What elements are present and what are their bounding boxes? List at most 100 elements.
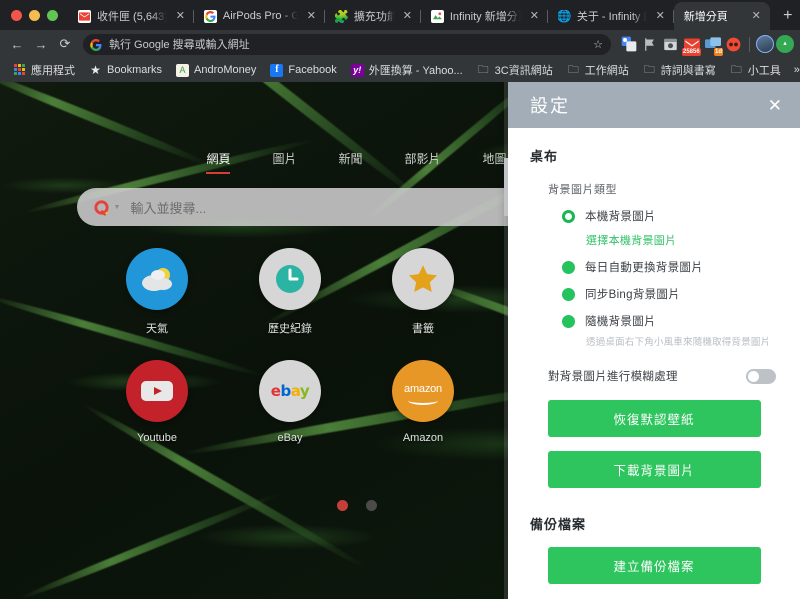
chevron-down-icon[interactable]: ▼ — [114, 204, 121, 211]
choose-local-image-link[interactable]: 選擇本機背景圖片 — [508, 224, 800, 248]
andromoney-icon: A — [176, 63, 190, 77]
translate-extension-icon[interactable] — [620, 36, 637, 53]
bookmark-apps[interactable]: 應用程式 — [6, 60, 82, 80]
bookmark-facebook[interactable]: f Facebook — [263, 62, 343, 79]
new-tab-button[interactable]: + — [776, 3, 800, 29]
apps-grid-icon — [13, 63, 26, 77]
random-wallpaper-note: 透過桌面右下角小風車來隨機取得背景圖片 — [586, 337, 771, 348]
tab-title: 新增分頁 — [683, 11, 728, 23]
radio-option-random[interactable]: 隨機背景圖片 — [508, 302, 800, 329]
bookmark-label: 小工具 — [747, 65, 781, 77]
radio-icon[interactable] — [562, 314, 575, 328]
search-tab-videos[interactable]: 部影片 — [405, 150, 441, 174]
maximize-window-button[interactable] — [47, 10, 58, 21]
page-dot-1[interactable] — [336, 500, 348, 511]
bookmark-folder-poetry[interactable]: 🗀 詩詞與書寫 — [636, 60, 723, 80]
radio-label: 本機背景圖片 — [585, 211, 656, 223]
shortcut-weather[interactable]: 天氣 — [91, 248, 224, 336]
bookmark-label: 外匯換算 - Yahoo... — [368, 65, 463, 77]
radio-option-local-image[interactable]: 本機背景圖片 — [508, 197, 800, 224]
settings-panel: 設定 ✕ 桌布 背景圖片類型 本機背景圖片 選擇本機背景圖片 每日自動更換背景圖… — [508, 82, 800, 599]
search-tab-web[interactable]: 網頁 — [206, 150, 231, 174]
google-g-icon[interactable] — [93, 199, 110, 216]
shortcut-bookmarks[interactable]: 書籤 — [357, 248, 490, 336]
radio-label: 隨機背景圖片 — [585, 316, 656, 328]
address-bar[interactable]: 執行 Google 搜尋或輸入網址 ☆ — [83, 33, 611, 55]
masker-extension-icon[interactable] — [725, 36, 742, 53]
browser-tab-newtab[interactable]: 新增分頁 ✕ — [673, 2, 770, 30]
bookmark-bookmarks[interactable]: ★ Bookmarks — [82, 62, 169, 79]
browser-tab-airpods[interactable]: AirPods Pro - Go ✕ — [194, 2, 325, 30]
restore-from-backup-link[interactable]: 從備份檔案還原資料 — [508, 584, 800, 599]
folder-icon: 🗀 — [730, 63, 742, 76]
minimize-window-button[interactable] — [29, 10, 40, 21]
page-dot-2[interactable] — [365, 500, 377, 511]
shortcut-amazon[interactable]: amazon Amazon — [357, 360, 490, 444]
gmail-icon — [78, 9, 91, 23]
bookmark-folder-3c[interactable]: 🗀 3C資訊網站 — [470, 60, 560, 80]
browser-tab-about-infinity[interactable]: 🌐 关于 - Infinity 的 ✕ — [548, 2, 674, 30]
restore-default-wallpaper-button[interactable]: 恢復默認壁紙 — [547, 400, 761, 437]
wallpaper-type-label: 背景圖片類型 — [548, 184, 617, 196]
radio-option-daily-change[interactable]: 每日自動更換背景圖片 — [508, 248, 800, 275]
close-tab-button[interactable]: ✕ — [749, 9, 764, 24]
close-tab-button[interactable]: ✕ — [527, 9, 542, 24]
bookmark-star-icon[interactable]: ☆ — [593, 38, 603, 51]
archive-extension-icon[interactable] — [662, 36, 679, 53]
create-backup-button[interactable]: 建立備份檔案 — [547, 547, 761, 584]
clock-icon — [259, 248, 321, 310]
flag-extension-icon[interactable] — [641, 36, 658, 53]
close-settings-button[interactable]: ✕ — [768, 97, 782, 114]
profile-avatar[interactable] — [756, 35, 774, 53]
close-tab-button[interactable]: ✕ — [173, 9, 188, 24]
radio-selected-icon[interactable] — [562, 209, 575, 223]
panel-scrollbar-thumb[interactable] — [504, 158, 508, 216]
search-tab-maps[interactable]: 地圖 — [483, 150, 507, 174]
bookmark-label: Bookmarks — [107, 64, 163, 76]
browser-tab-gmail[interactable]: 收件匣 (5,643) - ✕ — [68, 2, 194, 30]
search-input-placeholder[interactable]: 輸入並搜尋... — [130, 198, 206, 217]
mail-badge-count: 25856 — [682, 47, 701, 56]
chrome-menu-button[interactable] — [776, 35, 794, 53]
google-g-icon — [90, 38, 102, 51]
close-tab-button[interactable]: ✕ — [400, 9, 415, 24]
facebook-icon: f — [270, 63, 284, 77]
bookmark-yahoo-fx[interactable]: y! 外匯換算 - Yahoo... — [344, 60, 470, 80]
settings-panel-body: 桌布 背景圖片類型 本機背景圖片 選擇本機背景圖片 每日自動更換背景圖片 同步B… — [508, 128, 800, 599]
blur-wallpaper-toggle[interactable] — [746, 368, 776, 384]
radio-label: 同步Bing背景圖片 — [585, 289, 681, 301]
search-tab-images[interactable]: 圖片 — [272, 150, 296, 174]
close-window-button[interactable] — [11, 10, 22, 21]
radio-icon[interactable] — [562, 287, 575, 301]
search-tab-news[interactable]: 新聞 — [338, 150, 362, 174]
window-extension-icon[interactable]: 1d — [704, 36, 723, 56]
folder-icon: 🗀 — [477, 63, 489, 76]
shortcut-ebay[interactable]: ebay eBay — [224, 360, 357, 444]
browser-tab-infinity[interactable]: Infinity 新增分頁 ✕ — [421, 2, 548, 30]
shortcut-history[interactable]: 歷史紀錄 — [224, 248, 357, 336]
wallpaper-section-title: 桌布 — [530, 149, 559, 164]
forward-button[interactable]: → — [30, 33, 52, 55]
toolbar-divider — [749, 36, 750, 52]
back-button[interactable]: ← — [6, 33, 28, 55]
radio-option-sync-bing[interactable]: 同步Bing背景圖片 — [508, 275, 800, 302]
bookmark-andromoney[interactable]: A AndroMoney — [169, 62, 263, 79]
reload-button[interactable]: ⟳ — [54, 33, 76, 55]
shortcut-youtube[interactable]: Youtube — [91, 360, 224, 444]
shortcut-label: 天氣 — [146, 323, 168, 335]
settings-title: 設定 — [530, 96, 570, 116]
shortcut-label: eBay — [277, 432, 303, 444]
tab-title: Infinity 新增分頁 — [449, 11, 521, 23]
radio-icon[interactable] — [562, 260, 575, 274]
download-wallpaper-button[interactable]: 下載背景圖片 — [547, 451, 761, 488]
address-bar-placeholder: 執行 Google 搜尋或輸入網址 — [109, 39, 250, 51]
bookmark-folder-work[interactable]: 🗀 工作網站 — [560, 60, 636, 80]
close-tab-button[interactable]: ✕ — [304, 9, 319, 24]
bookmarks-overflow-button[interactable]: » — [788, 64, 800, 76]
browser-tab-extensions[interactable]: 🧩 擴充功能 ✕ — [325, 2, 421, 30]
bookmark-folder-tools[interactable]: 🗀 小工具 — [723, 60, 788, 80]
mail-extension-icon[interactable]: 25856 — [682, 36, 701, 56]
globe-icon: 🌐 — [557, 9, 571, 23]
close-tab-button[interactable]: ✕ — [653, 9, 668, 24]
backup-section-title: 備份檔案 — [530, 517, 587, 532]
